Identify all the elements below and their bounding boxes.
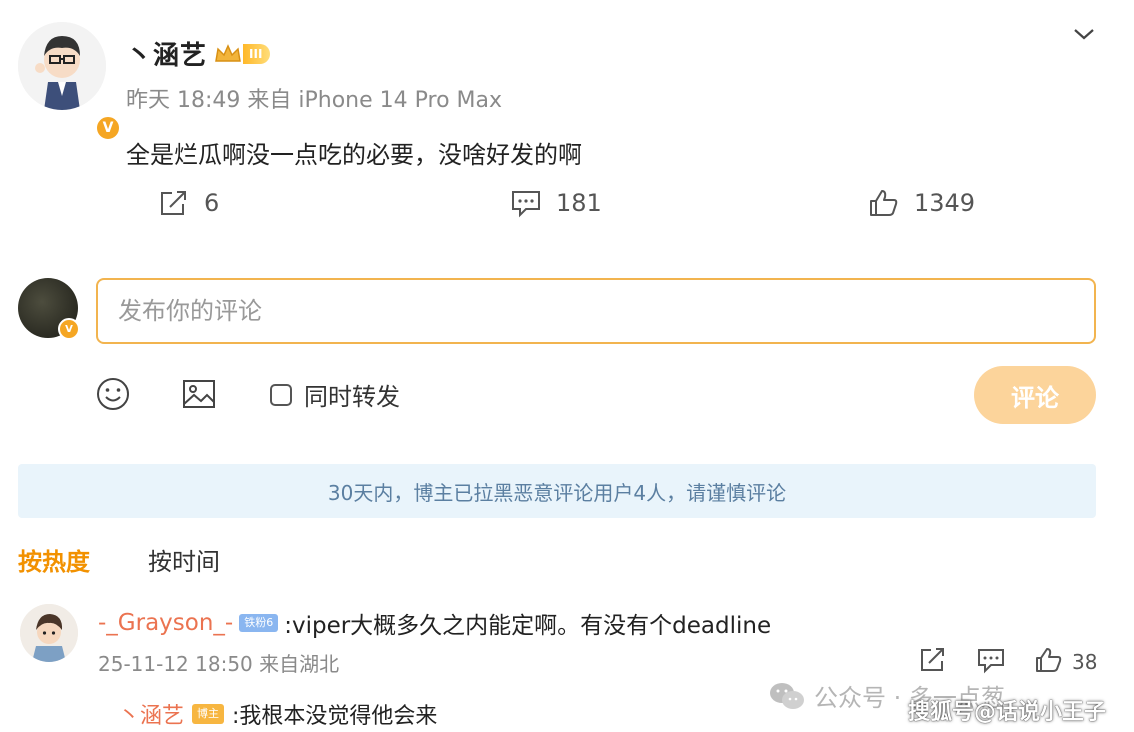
like-count: 1349: [914, 189, 976, 217]
reply-line: 丶涵艺 博主 :我根本没觉得他会来: [118, 698, 437, 730]
emoji-icon[interactable]: [95, 376, 131, 412]
verified-v-icon: V: [94, 114, 122, 142]
author-name[interactable]: 丶涵艺: [126, 35, 207, 72]
comment-count: 181: [556, 189, 602, 217]
commenter-avatar[interactable]: [20, 604, 78, 662]
reply-author-name[interactable]: 丶涵艺: [118, 698, 184, 730]
comment-like-count: 38: [1072, 650, 1098, 674]
block-notice: 30天内，博主已拉黑恶意评论用户4人，请谨慎评论: [18, 464, 1096, 518]
share-icon[interactable]: [918, 646, 948, 674]
verified-v-icon: V: [58, 318, 80, 340]
post-meta: 昨天 18:49 来自 iPhone 14 Pro Max: [126, 88, 502, 113]
like-button[interactable]: 1349: [868, 188, 975, 218]
repost-checkbox[interactable]: 同时转发: [270, 377, 400, 412]
comment-button[interactable]: 181: [510, 188, 602, 218]
level-badge: III: [243, 43, 271, 64]
wechat-icon: [770, 682, 804, 709]
checkbox-box[interactable]: [270, 383, 292, 406]
share-icon: [161, 191, 186, 215]
comment-text: :viper大概多久之内能定啊。有没有个deadline: [284, 613, 772, 639]
author-avatar[interactable]: V: [18, 22, 122, 142]
thumbs-up-icon: [870, 190, 898, 216]
author-badge: 博主: [192, 704, 225, 724]
thumbs-up-icon[interactable]: [1034, 646, 1064, 674]
reply-text: :我根本没觉得他会来: [232, 704, 438, 729]
chevron-down-icon[interactable]: [1072, 26, 1096, 42]
sohu-watermark: 搜狐号@话说小王子: [908, 700, 1107, 725]
crown-icon: [215, 43, 241, 62]
author-row: 丶涵艺 III: [126, 35, 271, 72]
my-avatar[interactable]: V: [18, 278, 80, 340]
submit-comment-button[interactable]: 评论: [974, 366, 1096, 424]
comment-meta: 25-11-12 18:50 来自湖北: [98, 652, 340, 676]
comment-icon[interactable]: [976, 646, 1006, 674]
comment-input[interactable]: [96, 278, 1096, 344]
cartoon-avatar-image: [18, 22, 106, 110]
tab-sort-hot[interactable]: 按热度: [18, 542, 90, 577]
post-text: 全是烂瓜啊没一点吃的必要，没啥好发的啊: [126, 141, 582, 169]
repost-checkbox-label: 同时转发: [304, 383, 400, 411]
fan-badge: 铁粉6: [239, 614, 279, 632]
repost-button[interactable]: 6: [158, 188, 219, 218]
image-icon[interactable]: [181, 376, 217, 412]
tab-sort-time[interactable]: 按时间: [148, 542, 220, 577]
commenter-avatar-image: [20, 604, 78, 662]
comment-line: -_Grayson_- 铁粉6 :viper大概多久之内能定啊。有没有个dead…: [98, 606, 771, 640]
repost-count: 6: [204, 189, 220, 217]
comment-icon: [512, 191, 540, 218]
commenter-name[interactable]: -_Grayson_-: [98, 610, 233, 636]
